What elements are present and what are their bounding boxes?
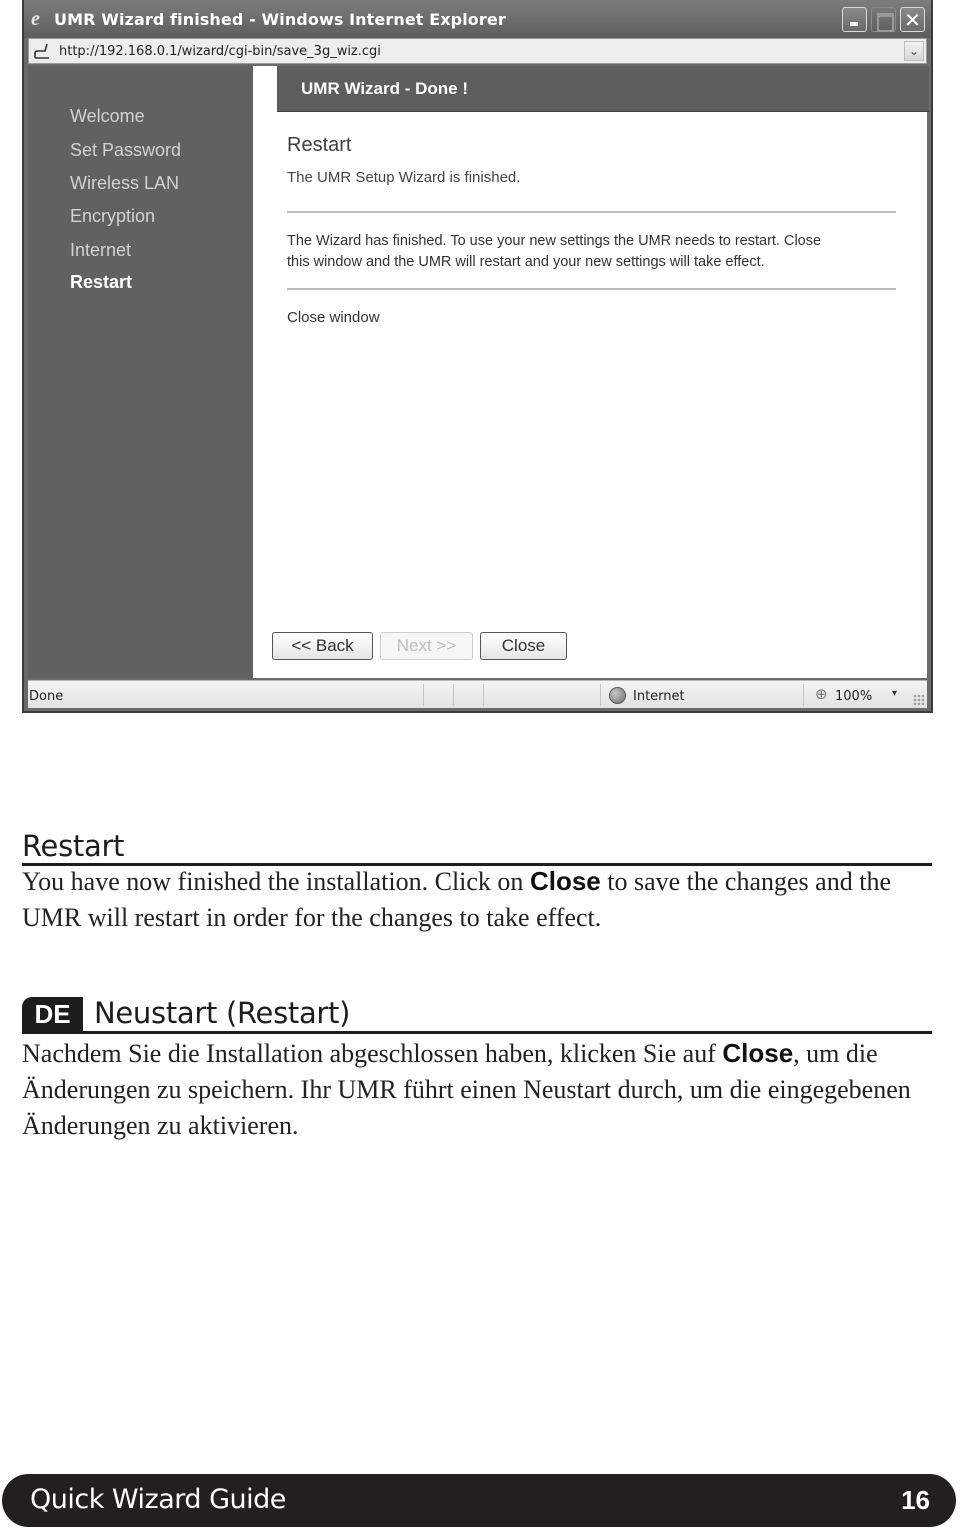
address-bar[interactable]: http://192.168.0.1/wizard/cgi-bin/save_3… <box>28 38 927 64</box>
url-field[interactable]: http://192.168.0.1/wizard/cgi-bin/save_3… <box>59 44 381 59</box>
body-text-de: Nachdem Sie die Installation abgeschloss… <box>22 1036 937 1144</box>
internet-explorer-icon: e <box>31 8 40 30</box>
sidebar-item-wireless-lan[interactable]: Wireless LAN <box>70 173 179 194</box>
next-button-disabled: Next >> <box>380 632 473 660</box>
address-dropdown-button[interactable]: ⌄ <box>904 41 924 61</box>
wizard-header: UMR Wizard - Done ! <box>277 66 929 112</box>
body-text-de-start: Nachdem Sie die Installation abgeschloss… <box>22 1039 723 1068</box>
body-text-en-start: You have now finished the installation. … <box>22 867 530 896</box>
zoom-level[interactable]: 100% <box>835 689 872 704</box>
browser-window: e UMR Wizard finished - Windows Internet… <box>22 0 933 713</box>
close-button[interactable]: Close <box>480 632 567 660</box>
wizard-sidebar: Welcome Set Password Wireless LAN Encryp… <box>28 66 253 678</box>
instructions-line-1: The Wizard has finished. To use your new… <box>287 233 822 249</box>
status-separator <box>600 684 601 706</box>
status-separator <box>453 684 454 706</box>
maximize-button[interactable] <box>871 7 896 32</box>
section-heading-de: Neustart (Restart) <box>94 996 351 1030</box>
page-icon <box>34 43 49 59</box>
language-badge-de: DE <box>22 997 83 1032</box>
page-number: 16 <box>901 1485 930 1515</box>
status-text: Done <box>29 689 64 704</box>
close-term: Close <box>722 1038 794 1068</box>
sidebar-item-welcome[interactable]: Welcome <box>70 106 145 127</box>
section-title: Restart <box>287 134 352 156</box>
section-heading-en: Restart <box>22 829 125 863</box>
back-button[interactable]: << Back <box>272 632 373 660</box>
window-title: UMR Wizard finished - Windows Internet E… <box>54 10 506 29</box>
title-bar: e UMR Wizard finished - Windows Internet… <box>24 0 931 38</box>
body-text-en: You have now finished the installation. … <box>22 864 937 936</box>
restart-instructions: The Wizard has finished. To use your new… <box>287 231 887 273</box>
page-viewport: Welcome Set Password Wireless LAN Encryp… <box>28 66 929 678</box>
status-separator <box>803 684 804 706</box>
close-icon: ✕ <box>904 8 921 32</box>
close-term: Close <box>529 866 601 896</box>
sidebar-item-internet[interactable]: Internet <box>70 240 131 261</box>
status-bar: Done Internet ⊕ 100% ▾ <box>28 680 927 708</box>
sidebar-item-restart[interactable]: Restart <box>70 272 132 293</box>
sidebar-item-set-password[interactable]: Set Password <box>70 140 181 161</box>
minimize-button[interactable] <box>842 7 867 32</box>
close-window-button[interactable]: ✕ <box>900 7 925 32</box>
wizard-content: UMR Wizard - Done ! Restart The UMR Setu… <box>272 66 929 678</box>
divider <box>287 288 896 290</box>
page-footer: Quick Wizard Guide 16 <box>2 1474 956 1527</box>
status-separator <box>423 684 424 706</box>
globe-icon <box>609 687 626 704</box>
close-window-link[interactable]: Close window <box>287 309 380 326</box>
footer-title: Quick Wizard Guide <box>30 1484 286 1515</box>
sidebar-item-encryption[interactable]: Encryption <box>70 206 155 227</box>
divider <box>287 211 896 213</box>
wizard-header-title: UMR Wizard - Done ! <box>301 79 469 98</box>
instructions-line-2: this window and the UMR will restart and… <box>287 254 765 270</box>
zoom-dropdown-icon[interactable]: ▾ <box>892 688 897 699</box>
section-subtitle: The UMR Setup Wizard is finished. <box>287 169 521 186</box>
heading-rule <box>22 1031 932 1034</box>
status-separator <box>483 684 484 706</box>
resize-grip[interactable] <box>913 694 925 706</box>
security-zone: Internet <box>633 689 685 704</box>
zoom-icon: ⊕ <box>815 685 828 703</box>
